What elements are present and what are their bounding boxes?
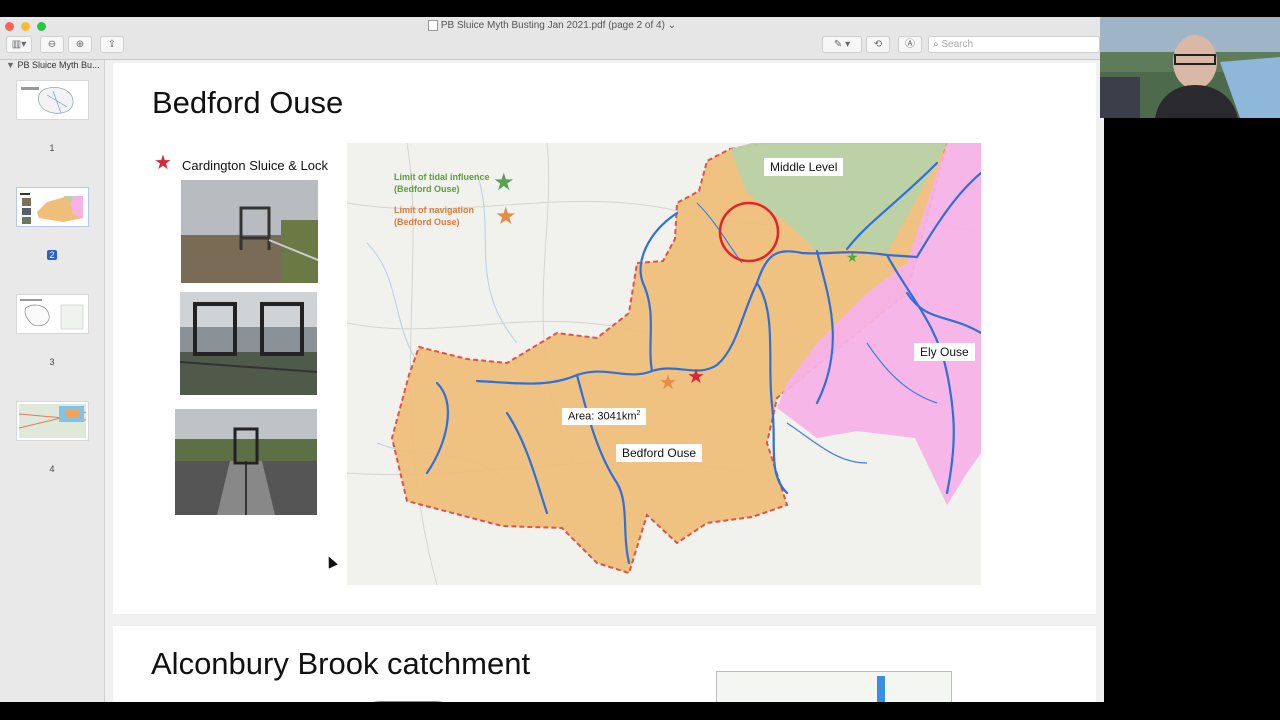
thumbnail-1-preview: [21, 87, 74, 114]
webcam-overlay: [1100, 17, 1280, 118]
rotate-icon: ⟲: [873, 39, 883, 50]
sidebar-document-name: PB Sluice Myth Bu...: [17, 60, 100, 70]
markup-pen-icon: ✎: [833, 39, 843, 50]
navigation-legend-label: Limit of navigation (Bedford Ouse): [394, 204, 474, 228]
sidebar-toggle-button[interactable]: ▥▾: [6, 36, 32, 53]
thumbnail-number-3: 3: [49, 357, 55, 367]
tidal-limit-star-icon: ★: [846, 250, 859, 266]
tidal-legend-label: Limit of tidal influence (Bedford Ouse): [394, 171, 490, 195]
share-icon: ⇪: [107, 39, 117, 50]
share-button[interactable]: ⇪: [100, 36, 124, 53]
navigation-legend-line-2: (Bedford Ouse): [394, 217, 460, 227]
page-thumbnail-2[interactable]: [16, 187, 89, 227]
annotate-icon: Ⓐ: [905, 39, 915, 50]
next-slide-map-preview: [716, 671, 952, 702]
red-star-legend-label: Cardington Sluice & Lock: [182, 158, 328, 173]
title-bar: PB Sluice Myth Busting Jan 2021.pdf (pag…: [0, 17, 1104, 60]
next-slide-catchment-outline: [349, 701, 467, 702]
markup-button[interactable]: ✎ ▾: [822, 36, 862, 53]
document-view[interactable]: Bedford Ouse ★ Cardington Sluice & Lock: [105, 60, 1104, 702]
sidebar-document-header[interactable]: ▼ PB Sluice Myth Bu...: [6, 60, 99, 70]
cardington-star-icon: ★: [687, 364, 705, 388]
area-value: Area: 3041km: [568, 410, 637, 423]
window-title: PB Sluice Myth Busting Jan 2021.pdf (pag…: [440, 20, 665, 32]
rotate-button[interactable]: ⟲: [866, 36, 890, 53]
thumbnail-3-preview: [20, 299, 84, 330]
slide-page-2: Bedford Ouse ★ Cardington Sluice & Lock: [113, 63, 1096, 614]
zoom-in-button[interactable]: ⊕: [68, 36, 92, 53]
search-field[interactable]: ⌕ Search: [928, 36, 1100, 53]
chevron-down-icon: ▾: [845, 39, 851, 50]
search-icon: ⌕: [933, 39, 939, 50]
page-thumbnail-1[interactable]: [16, 80, 89, 120]
zoom-out-icon: ⊖: [47, 39, 57, 50]
thumbnail-number-2: 2: [47, 250, 57, 260]
thumbnail-4-preview: [18, 404, 87, 438]
middle-level-label: Middle Level: [764, 158, 844, 176]
sluice-photo-1: [181, 180, 318, 283]
navigation-legend-star-icon: ★: [495, 202, 517, 230]
zoom-out-button[interactable]: ⊖: [40, 36, 64, 53]
area-unit-superscript: 2: [636, 410, 641, 417]
navigation-legend-line-1: Limit of navigation: [394, 205, 474, 215]
slide-title: Bedford Ouse: [152, 85, 344, 120]
next-slide-map-river: [877, 676, 885, 702]
red-star-icon: ★: [154, 152, 172, 174]
next-slide-title: Alconbury Brook catchment: [151, 646, 531, 681]
page-thumbnail-3[interactable]: [16, 294, 89, 334]
pdf-document-icon: [427, 20, 438, 31]
webcam-video: [1100, 17, 1280, 118]
sluice-photo-2: [180, 292, 317, 395]
window-title-area: PB Sluice Myth Busting Jan 2021.pdf (pag…: [0, 20, 1104, 31]
sidebar-toggle-icon: ▥▾: [11, 39, 27, 50]
thumbnail-number-1: 1: [49, 143, 55, 153]
bedford-ouse-label: Bedford Ouse: [616, 444, 703, 462]
title-chevron-icon[interactable]: ⌄: [668, 20, 676, 31]
annotate-button[interactable]: Ⓐ: [898, 36, 922, 53]
tidal-legend-line-1: Limit of tidal influence: [394, 172, 490, 182]
slide-page-3: Alconbury Brook catchment: [113, 626, 1096, 702]
zoom-in-icon: ⊕: [75, 39, 85, 50]
thumbnail-number-4: 4: [49, 464, 55, 474]
tidal-legend-star-icon: ★: [493, 168, 515, 196]
disclosure-triangle-icon[interactable]: ▼: [6, 60, 15, 70]
navigation-limit-star-icon: ★: [659, 370, 677, 394]
search-placeholder: Search: [941, 39, 974, 50]
preview-window: PB Sluice Myth Busting Jan 2021.pdf (pag…: [0, 17, 1104, 702]
tidal-legend-line-2: (Bedford Ouse): [394, 184, 460, 194]
ely-ouse-label: Ely Ouse: [914, 343, 975, 361]
page-thumbnail-4[interactable]: [16, 401, 89, 441]
sluice-photo-3: [175, 409, 317, 515]
area-label: Area: 3041km2: [562, 408, 647, 425]
thumbnail-2-preview: [20, 193, 83, 224]
thumbnail-sidebar: ▼ PB Sluice Myth Bu... 1 2 3 4: [0, 60, 105, 702]
